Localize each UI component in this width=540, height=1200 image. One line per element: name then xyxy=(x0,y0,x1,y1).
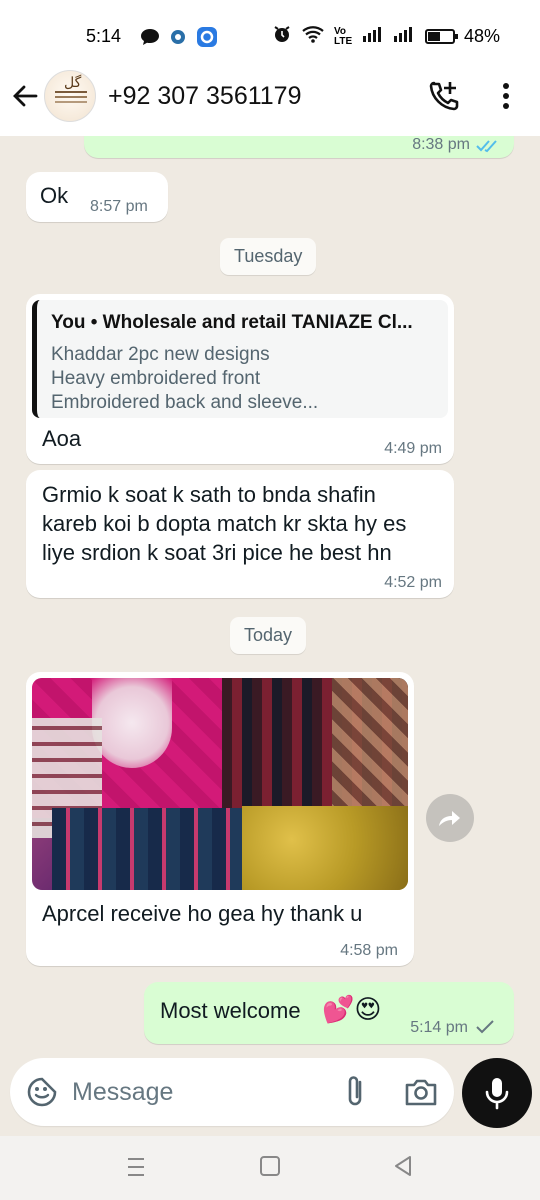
message-time: 5:14 pm xyxy=(410,1019,468,1036)
message-incoming[interactable]: You • Wholesale and retail TANIAZE Cl...… xyxy=(26,294,454,464)
message-time: 8:57 pm xyxy=(90,198,148,215)
message-time: 8:38 pm xyxy=(412,136,470,153)
message-text: Most welcome xyxy=(160,998,301,1023)
contact-avatar[interactable]: گل xyxy=(44,70,96,122)
message-text-line: kareb koi b dopta match kr skta hy es xyxy=(42,511,407,536)
message-emoji: 💕😍 xyxy=(322,994,382,1024)
status-time: 5:14 xyxy=(86,26,122,46)
signal-icon-2 xyxy=(393,26,416,47)
paperclip-icon xyxy=(348,1076,362,1106)
add-call-icon xyxy=(429,81,459,111)
camera-button[interactable] xyxy=(404,1076,438,1108)
notification-icons xyxy=(140,26,218,53)
forward-icon xyxy=(439,811,460,826)
sticker-emoji-icon xyxy=(27,1077,57,1107)
recent-apps-icon[interactable] xyxy=(126,1156,146,1178)
read-receipt-icon xyxy=(476,140,497,153)
sent-check-icon xyxy=(476,1020,494,1034)
message-outgoing[interactable]: Most welcome 💕😍 5:14 pm xyxy=(144,982,514,1044)
quoted-message[interactable]: You • Wholesale and retail TANIAZE Cl...… xyxy=(32,300,448,418)
more-options-button[interactable] xyxy=(494,78,518,114)
system-nav-bar xyxy=(0,1136,540,1200)
emoji-button[interactable] xyxy=(26,1076,58,1108)
message-input[interactable] xyxy=(72,1072,312,1112)
battery-percent: 48% xyxy=(463,26,500,46)
status-bar: 5:14 Vo LTE 48% xyxy=(0,0,540,62)
message-incoming[interactable]: Ok 8:57 pm xyxy=(26,172,168,222)
message-incoming[interactable]: Grmio k soat k sath to bnda shafin kareb… xyxy=(26,470,454,598)
back-button[interactable] xyxy=(10,80,42,112)
message-text: Aprcel receive ho gea hy thank u xyxy=(42,901,363,926)
message-time: 4:52 pm xyxy=(384,574,442,591)
battery-icon xyxy=(424,29,458,44)
contact-name[interactable]: +92 307 3561179 xyxy=(108,82,301,111)
message-incoming-image[interactable]: Aprcel receive ho gea hy thank u 4:58 pm xyxy=(26,672,414,966)
signal-icon-1 xyxy=(362,26,385,47)
add-call-button[interactable] xyxy=(426,78,462,114)
more-vertical-icon xyxy=(503,83,509,109)
wifi-icon xyxy=(301,25,325,48)
message-time: 4:49 pm xyxy=(384,440,442,457)
message-text-line: liye srdion k soat 3ri pice he best hn xyxy=(42,540,392,565)
date-separator: Tuesday xyxy=(220,238,317,275)
system-icons: Vo LTE 48% xyxy=(272,24,500,49)
microphone-icon xyxy=(485,1078,509,1110)
vpn-notification-icon xyxy=(196,26,218,53)
message-time: 4:58 pm xyxy=(340,942,398,959)
message-composer xyxy=(10,1058,454,1126)
message-text: Aoa xyxy=(42,426,82,451)
attach-button[interactable] xyxy=(340,1074,372,1110)
quoted-line: Embroidered back and sleeve... xyxy=(51,392,319,413)
quoted-line: Khaddar 2pc new designs xyxy=(51,344,270,365)
quoted-line: Heavy embroidered front xyxy=(51,368,261,389)
settings-notification-icon xyxy=(168,27,188,52)
message-text-line: Grmio k soat k sath to bnda shafin xyxy=(42,482,376,507)
chat-header: گل +92 307 3561179 xyxy=(0,62,540,136)
camera-icon xyxy=(405,1079,437,1106)
date-separator: Today xyxy=(230,617,307,654)
voice-message-button[interactable] xyxy=(462,1058,532,1128)
arrow-left-icon xyxy=(13,85,38,107)
home-icon[interactable] xyxy=(260,1156,280,1176)
quoted-sender: You • Wholesale and retail TANIAZE Cl... xyxy=(51,312,413,333)
message-outgoing[interactable]: 8:38 pm xyxy=(84,136,514,158)
avatar-logo-mark: گل xyxy=(64,75,82,91)
nav-back-icon[interactable] xyxy=(392,1154,414,1178)
chat-messages[interactable]: 8:38 pm Ok 8:57 pm Tuesday You • Wholesa… xyxy=(0,136,540,1056)
alarm-icon xyxy=(272,24,292,49)
volte-icon: Vo LTE xyxy=(333,25,353,47)
chat-notification-icon xyxy=(140,28,160,51)
received-photo[interactable] xyxy=(32,678,408,890)
message-text: Ok xyxy=(40,183,69,208)
forward-button[interactable] xyxy=(426,794,474,842)
